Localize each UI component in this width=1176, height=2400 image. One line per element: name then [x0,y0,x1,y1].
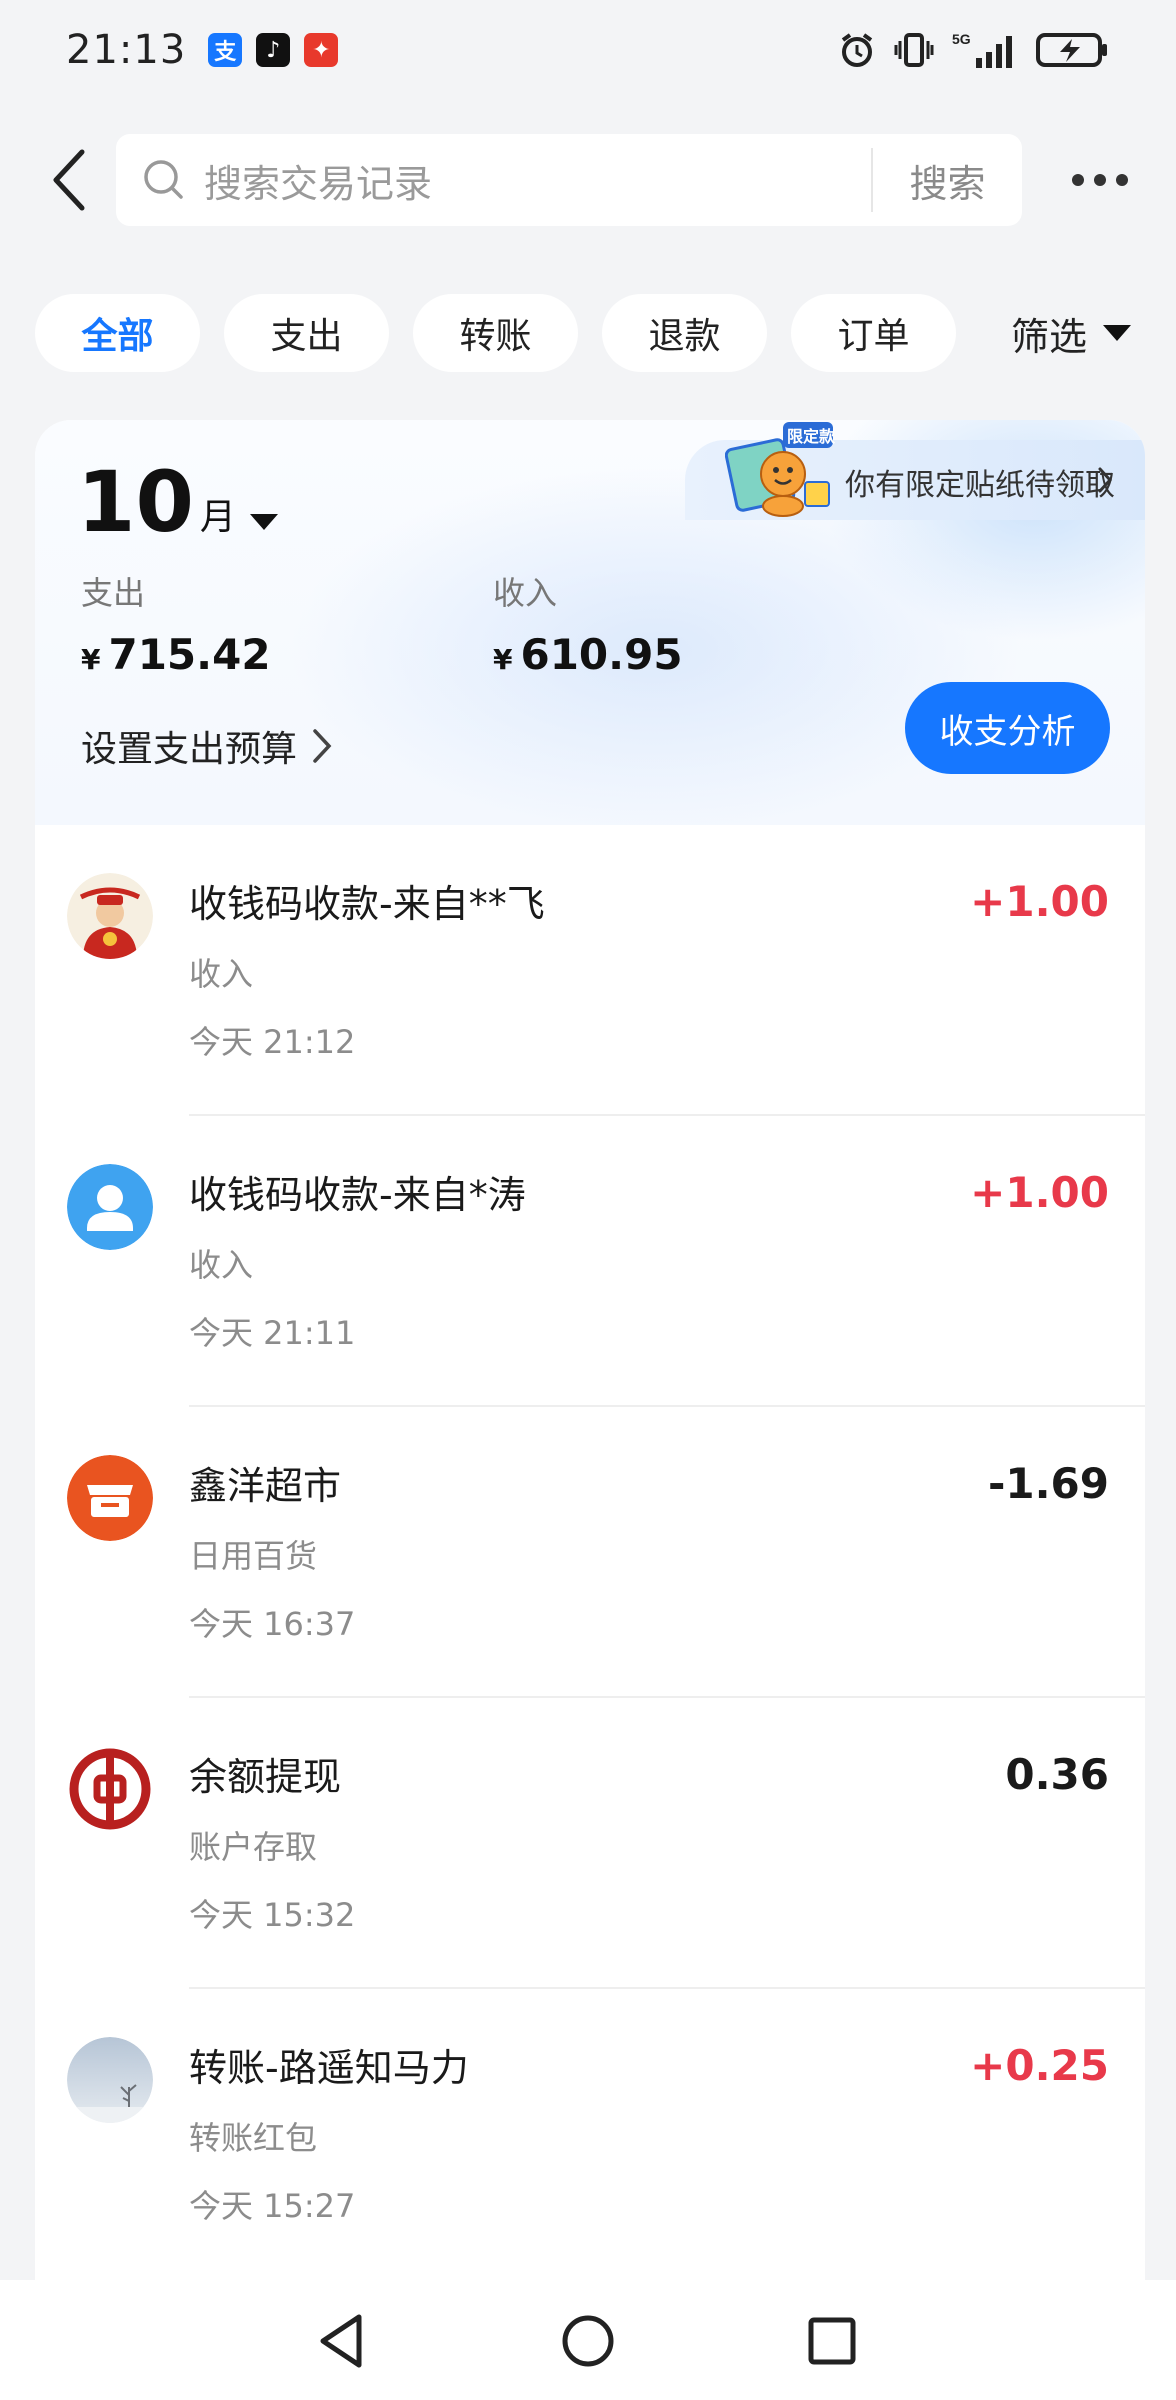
expense-label: 支出 [81,574,146,612]
income-expense-analysis-button[interactable]: 收支分析 [905,682,1110,774]
transaction-time: 今天 21:11 [189,1314,356,1352]
back-arrow-icon [53,149,85,211]
transaction-amount: 0.36 [1005,1750,1109,1799]
more-button[interactable] [1060,158,1140,202]
chevron-right-icon [313,729,332,763]
more-dot-icon [1072,174,1084,186]
tiktok-icon: ♪ [256,33,291,67]
status-time: 21:13 [66,27,187,73]
transaction-time: 今天 21:12 [189,1023,356,1061]
transaction-card: 限定款 你有限定贴纸待领取 10 月 支出 ¥ 715.42 收入 ¥ 610.… [35,420,1145,2400]
alarm-icon [841,33,873,67]
circle-home-icon [562,2315,614,2367]
vibrate-icon [894,33,934,67]
chip-order[interactable]: 订单 [791,294,956,372]
more-dot-icon [1116,174,1128,186]
landscape-avatar [67,2037,153,2123]
transaction-time: 今天 16:37 [189,1605,356,1643]
back-button[interactable] [40,148,100,212]
nav-home-button[interactable] [553,2306,623,2376]
transaction-time: 今天 15:27 [189,2187,356,2225]
income-label: 收入 [493,574,558,612]
default-user-avatar [67,1164,153,1250]
search-icon [144,160,183,199]
filter-button[interactable]: 筛选 [975,294,1176,372]
sticker-mascot-icon: 限定款 [725,422,835,517]
triangle-back-icon [320,2314,362,2368]
transaction-category: 账户存取 [189,1828,318,1866]
signal-5g-icon: 5G [952,31,1012,68]
transaction-amount: +1.00 [970,877,1109,926]
transaction-title: 余额提现 [189,1755,342,1799]
transaction-category: 收入 [189,1246,254,1284]
transaction-row[interactable]: 收钱码收款-来自*涛 收入 今天 21:11 +1.00 [35,1116,1145,1407]
bank-of-china-icon [67,1746,153,1832]
transaction-category: 收入 [189,955,254,993]
expense-amount: 715.42 [108,630,271,679]
search-box[interactable]: 搜索交易记录 搜索 [116,134,1022,226]
transaction-time: 今天 15:32 [189,1896,356,1934]
caret-down-icon [1103,325,1132,341]
transaction-category: 日用百货 [189,1537,318,1575]
battery-charging-icon [1036,33,1107,67]
notification-icons: 支 ♪ ✦ [208,33,339,67]
income-amount: 610.95 [520,630,683,679]
sticker-text: 你有限定贴纸待领取 [845,468,1115,503]
red-app-icon: ✦ [304,33,339,67]
transaction-category: 转账红包 [189,2119,318,2157]
search-input[interactable]: 搜索交易记录 [204,153,432,208]
nav-recents-button[interactable] [797,2306,867,2376]
filter-chips: 全部 支出 转账 退款 订单 [35,294,956,372]
system-nav-bar [0,2280,1176,2400]
status-bar: 21:13 支 ♪ ✦ 5G [0,0,1176,100]
transaction-amount: +1.00 [970,1168,1109,1217]
store-icon [67,1455,153,1541]
transaction-list: 收钱码收款-来自**飞 收入 今天 21:12 +1.00 收钱码收款-来自*涛… [35,825,1145,2280]
chip-expense[interactable]: 支出 [224,294,389,372]
square-recents-icon [808,2317,856,2365]
transaction-row[interactable]: 转账-路遥知马力 转账红包 今天 15:27 +0.25 [35,1989,1145,2280]
caret-down-icon [249,514,278,530]
transaction-title: 鑫洋超市 [189,1464,342,1508]
transaction-amount: -1.69 [987,1459,1109,1508]
more-dot-icon [1094,174,1106,186]
chip-all[interactable]: 全部 [35,294,200,372]
alipay-icon: 支 [208,33,243,67]
transaction-title: 收钱码收款-来自**飞 [189,882,545,926]
chip-transfer[interactable]: 转账 [413,294,578,372]
chip-refund[interactable]: 退款 [602,294,767,372]
income-currency: ¥ [493,643,513,676]
network-label: 5G [952,31,971,47]
transaction-title: 收钱码收款-来自*涛 [189,1173,526,1217]
nav-back-button[interactable] [307,2306,377,2376]
income-stat: 收入 ¥ 610.95 [493,568,683,679]
sticker-badge: 限定款 [787,427,835,446]
caishen-avatar [67,873,153,959]
expense-currency: ¥ [81,643,101,676]
sticker-banner[interactable]: 限定款 你有限定贴纸待领取 [685,422,1145,520]
transaction-title: 转账-路遥知马力 [189,2046,469,2090]
monthly-summary: 限定款 你有限定贴纸待领取 10 月 支出 ¥ 715.42 收入 ¥ 610.… [35,420,1145,825]
status-right: 5G [838,30,1110,70]
budget-link-label: 设置支出预算 [81,729,298,770]
transaction-amount: +0.25 [970,2041,1109,2090]
month-unit: 月 [199,497,236,538]
expense-stat: 支出 ¥ 715.42 [81,568,271,679]
transaction-row[interactable]: 鑫洋超市 日用百货 今天 16:37 -1.69 [35,1407,1145,1698]
filter-label: 筛选 [1011,314,1088,359]
month-number: 10 [77,453,194,551]
transaction-row[interactable]: 收钱码收款-来自**飞 收入 今天 21:12 +1.00 [35,825,1145,1116]
header: 搜索交易记录 搜索 [0,130,1176,230]
month-selector[interactable]: 10 月 [77,460,278,544]
set-budget-link[interactable]: 设置支出预算 [81,720,333,772]
chevron-right-icon [1098,467,1113,493]
transaction-row[interactable]: 余额提现 账户存取 今天 15:32 0.36 [35,1698,1145,1989]
search-button[interactable]: 搜索 [873,134,1022,226]
